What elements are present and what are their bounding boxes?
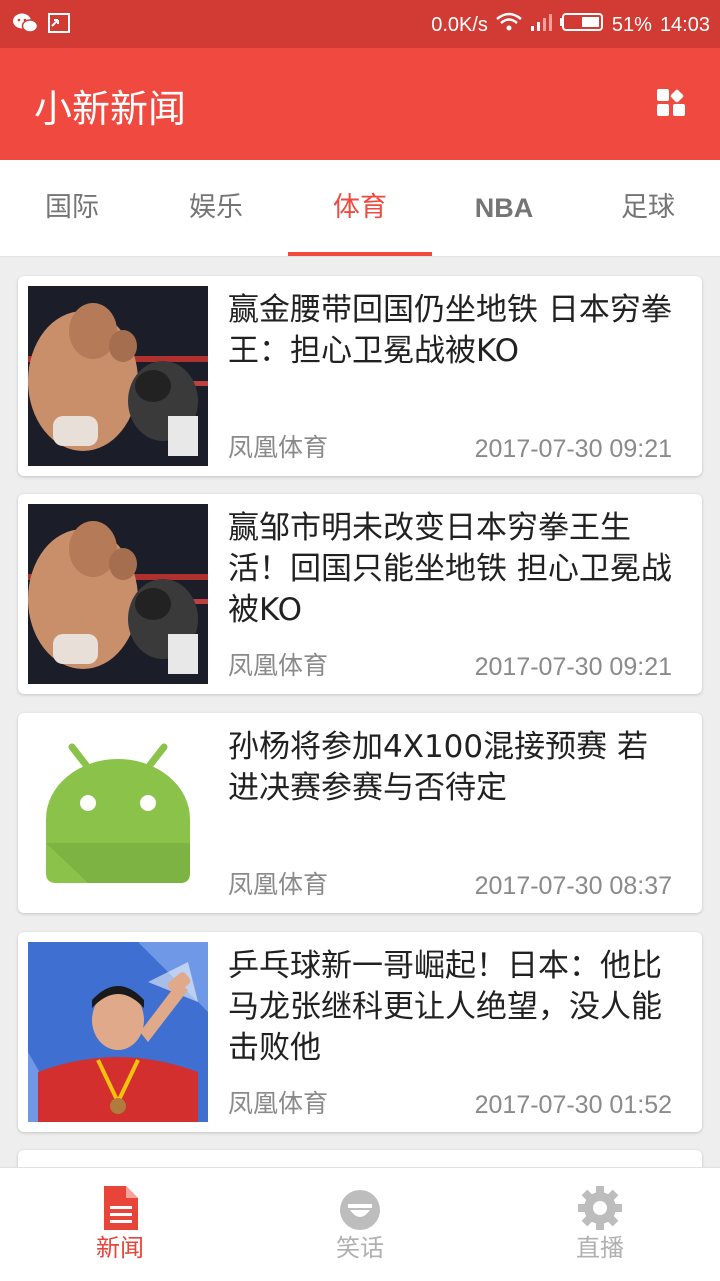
smile-icon xyxy=(336,1184,384,1232)
tab-sports[interactable]: 体育 xyxy=(288,160,432,256)
nav-label: 笑话 xyxy=(336,1234,384,1262)
news-title: 孙杨将参加4X100混接预赛 若进决赛参赛与否待定 xyxy=(228,729,648,806)
battery-icon xyxy=(559,12,604,38)
nav-label: 直播 xyxy=(576,1234,624,1262)
tab-football[interactable]: 足球 xyxy=(576,160,720,256)
news-thumbnail xyxy=(28,942,208,1122)
battery-level: 51% xyxy=(611,13,652,36)
tab-indicator xyxy=(288,252,432,256)
news-source: 凤凰体育 xyxy=(228,870,329,899)
app-bar: 小新新闻 xyxy=(0,48,720,160)
news-source: 凤凰体育 xyxy=(228,1089,329,1118)
news-card[interactable]: 赢邹市明未改变日本穷拳王生活！回国只能坐地铁 担心卫冕战被KO 凤凰体育 201… xyxy=(18,494,702,694)
signal-icon xyxy=(530,12,552,38)
category-tabs: 国际 娱乐 体育 NBA 足球 xyxy=(0,160,720,257)
status-bar: 0.0K/s 51% 14:03 xyxy=(0,0,720,48)
news-thumbnail xyxy=(28,286,208,466)
news-card[interactable]: 孙杨将参加4X100混接预赛 若进决赛参赛与否待定 凤凰体育 2017-07-3… xyxy=(18,713,702,913)
bottom-navigation: 新闻 笑话 直播 xyxy=(0,1167,720,1281)
news-time: 2017-07-30 09:21 xyxy=(474,653,672,681)
news-time: 2017-07-30 01:52 xyxy=(474,1091,672,1119)
nav-news[interactable]: 新闻 xyxy=(0,1168,240,1281)
document-icon xyxy=(96,1184,144,1232)
tab-international[interactable]: 国际 xyxy=(0,160,144,256)
news-title: 赢邹市明未改变日本穷拳王生活！回国只能坐地铁 担心卫冕战被KO xyxy=(228,510,672,628)
nav-jokes[interactable]: 笑话 xyxy=(240,1168,480,1281)
tab-nba[interactable]: NBA xyxy=(432,160,576,256)
news-source: 凤凰体育 xyxy=(228,433,329,462)
wechat-icon xyxy=(12,12,39,40)
news-title: 乒乓球新一哥崛起！日本：他比马龙张继科更让人绝望，没人能击败他 xyxy=(228,948,662,1066)
news-time: 2017-07-30 08:37 xyxy=(474,872,672,900)
nav-live[interactable]: 直播 xyxy=(480,1168,720,1281)
news-card[interactable]: 乒乓球新一哥崛起！日本：他比马龙张继科更让人绝望，没人能击败他 凤凰体育 201… xyxy=(18,932,702,1132)
cast-icon xyxy=(48,13,70,39)
gear-icon xyxy=(576,1184,624,1232)
news-thumbnail xyxy=(28,504,208,684)
tab-entertainment[interactable]: 娱乐 xyxy=(144,160,288,256)
news-time: 2017-07-30 09:21 xyxy=(474,435,672,463)
android-icon xyxy=(28,723,208,903)
category-grid-icon[interactable] xyxy=(656,88,686,118)
wifi-icon xyxy=(496,12,522,38)
news-card[interactable]: 赢金腰带回国仍坐地铁 日本穷拳王：担心卫冕战被KO 凤凰体育 2017-07-3… xyxy=(18,276,702,476)
news-source: 凤凰体育 xyxy=(228,651,329,680)
nav-label: 新闻 xyxy=(96,1234,144,1262)
clock: 14:03 xyxy=(659,13,710,36)
app-title: 小新新闻 xyxy=(34,87,187,131)
news-title: 赢金腰带回国仍坐地铁 日本穷拳王：担心卫冕战被KO xyxy=(228,292,672,369)
network-speed: 0.0K/s xyxy=(431,13,488,36)
